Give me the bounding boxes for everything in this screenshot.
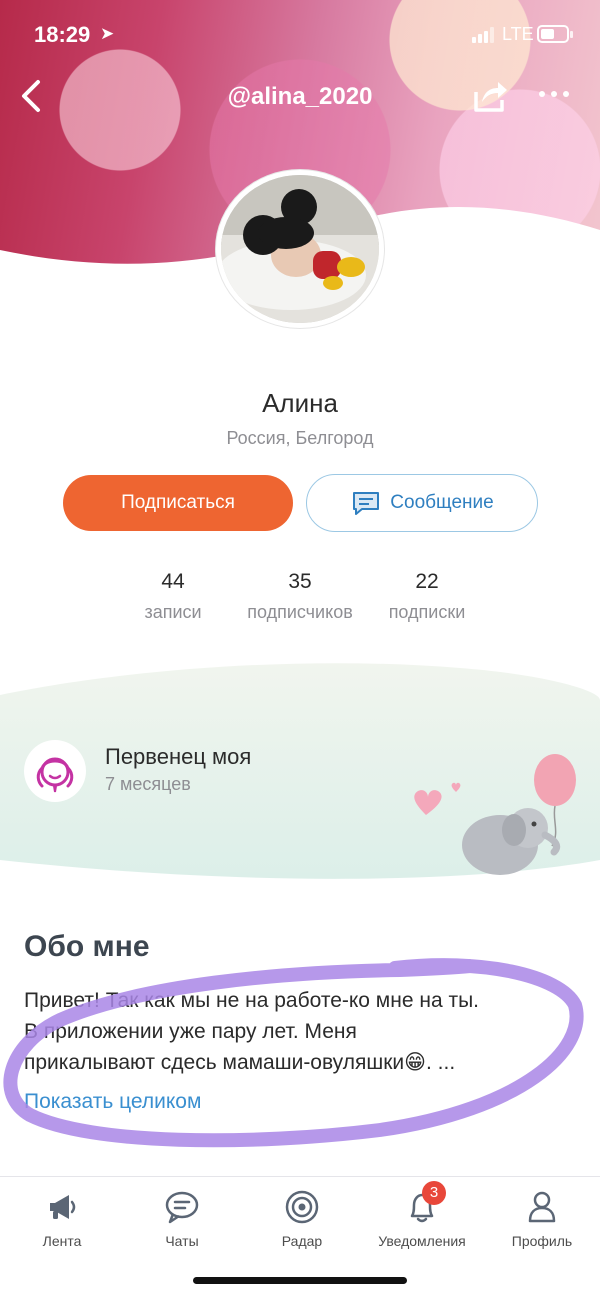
profile-name: Алина [262, 388, 338, 418]
stat-label: записи [144, 602, 202, 622]
tab-label: Уведомления [378, 1233, 466, 1249]
share-button[interactable] [470, 76, 510, 116]
tab-label: Профиль [511, 1233, 573, 1249]
about-line: прикалывают сдесь мамаши-овуляшки😁. ... [24, 1051, 456, 1074]
subscribe-button[interactable]: Подписаться [63, 475, 293, 531]
show-more-link[interactable]: Показать целиком [24, 1090, 201, 1114]
home-indicator [193, 1277, 407, 1284]
avatar-photo [221, 175, 379, 323]
avatar[interactable] [216, 170, 384, 328]
about-line: Привет! Так как мы не на работе-ко мне н… [24, 989, 480, 1012]
tab-label: Чаты [165, 1233, 199, 1249]
message-button-label: Сообщение [390, 492, 494, 513]
megaphone-icon [42, 1187, 82, 1227]
notification-badge: 3 [422, 1181, 446, 1205]
tab-chats[interactable]: Чаты [122, 1187, 242, 1249]
network-type: LTE [502, 24, 534, 44]
stat-value: 44 [161, 570, 185, 593]
tab-feed[interactable]: Лента [2, 1187, 122, 1249]
stat-followers[interactable]: 35 подписчиков [230, 570, 370, 623]
page-title: @alina_2020 [227, 83, 373, 110]
child-name: Первенец моя [105, 744, 252, 769]
share-icon [474, 82, 507, 112]
tab-notifications[interactable]: 3 Уведомления [362, 1181, 482, 1249]
status-bar: 18:29 ➤ LTE [0, 0, 600, 70]
stat-value: 35 [288, 570, 312, 593]
message-bubble-icon [353, 492, 380, 515]
more-button[interactable] [536, 82, 576, 110]
radar-icon [282, 1187, 322, 1227]
tab-profile[interactable]: Профиль [482, 1187, 600, 1249]
profile-location: Россия, Белгород [226, 428, 374, 448]
child-card[interactable]: Первенец моя 7 месяцев [0, 660, 600, 885]
girl-icon [36, 757, 74, 793]
signal-icon [472, 27, 496, 43]
about-line: В приложении уже пару лет. Меня [24, 1020, 357, 1043]
user-icon [522, 1187, 562, 1227]
tab-label: Лента [42, 1233, 82, 1249]
chat-icon [162, 1187, 202, 1227]
location-arrow-icon: ➤ [100, 24, 115, 43]
battery-icon [537, 25, 573, 43]
stat-label: подписчиков [247, 602, 353, 622]
stat-label: подписки [388, 602, 466, 622]
status-time: 18:29 [34, 22, 91, 47]
about-text: Привет! Так как мы не на работе-ко мне н… [24, 985, 584, 1078]
bell-icon: 3 [402, 1181, 446, 1227]
child-avatar [24, 740, 86, 802]
stat-value: 22 [415, 570, 439, 593]
about-title: Обо мне [24, 930, 150, 963]
tab-radar[interactable]: Радар [242, 1187, 362, 1249]
profile-stats: 44 записи 35 подписчиков 22 подписки [0, 570, 600, 630]
more-dots-icon [539, 91, 569, 97]
stat-posts[interactable]: 44 записи [103, 570, 243, 623]
message-button[interactable]: Сообщение [306, 474, 538, 532]
stat-following[interactable]: 22 подписки [357, 570, 497, 623]
tab-label: Радар [281, 1233, 323, 1249]
child-card-background [0, 663, 600, 879]
child-age: 7 месяцев [105, 774, 191, 794]
